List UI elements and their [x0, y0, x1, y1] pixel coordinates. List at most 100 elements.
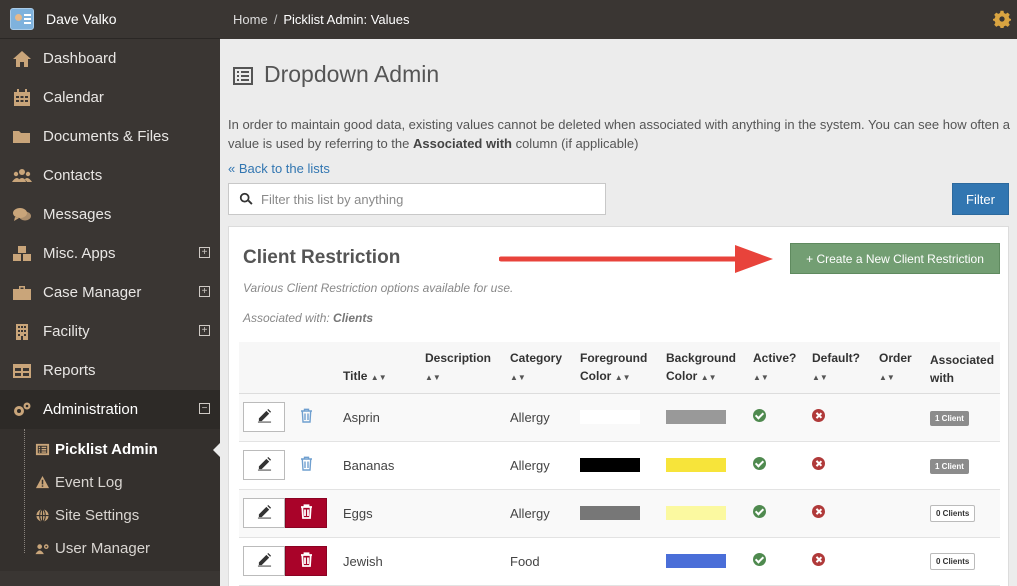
table-row: Asprin Allergy 1 Client	[239, 393, 1000, 442]
cell-category: Allergy	[506, 441, 576, 490]
expand-icon[interactable]: +	[199, 247, 210, 258]
col-description[interactable]: Description ▲▼	[421, 342, 506, 394]
col-default-label: Default?	[812, 350, 860, 365]
create-new-client-restriction-button[interactable]: + Create a New Client Restriction	[790, 243, 1000, 274]
associated-badge[interactable]: 1 Client	[930, 458, 969, 474]
warning-icon	[34, 475, 50, 491]
edit-button[interactable]	[243, 546, 285, 576]
col-order[interactable]: Order ▲▼	[875, 342, 926, 394]
sort-icon: ▲▼	[425, 372, 441, 382]
trash-icon	[300, 552, 313, 570]
annotation-arrow	[499, 245, 773, 273]
cell-active	[749, 537, 808, 586]
check-circle-icon	[753, 553, 766, 566]
avatar	[10, 8, 34, 30]
sidebar-item-label: Dashboard	[43, 50, 117, 67]
sort-icon: ▲▼	[753, 372, 769, 382]
sidebar-item-facility[interactable]: Facility +	[0, 312, 220, 351]
associated-badge[interactable]: 0 Clients	[930, 505, 976, 522]
expand-icon[interactable]: +	[199, 286, 210, 297]
gears-icon	[11, 401, 33, 419]
cell-description	[421, 489, 506, 538]
delete-button[interactable]	[285, 498, 327, 528]
sidebar-subitem-picklist-admin[interactable]: Picklist Admin	[0, 433, 220, 466]
sidebar-item-contacts[interactable]: Contacts	[0, 156, 220, 195]
check-circle-icon	[753, 505, 766, 518]
col-actions	[239, 342, 339, 394]
cell-foreground	[576, 537, 662, 586]
sidebar-subitem-user-manager[interactable]: User Manager	[0, 532, 220, 565]
col-associated-label: Associated with	[930, 352, 995, 385]
sidebar-item-case-manager[interactable]: Case Manager +	[0, 273, 220, 312]
cell-background	[662, 441, 749, 490]
cell-default	[808, 441, 875, 490]
col-category[interactable]: Category ▲▼	[506, 342, 576, 394]
cell-description	[421, 537, 506, 586]
sort-icon: ▲▼	[614, 372, 631, 382]
sidebar-item-label: Case Manager	[43, 284, 142, 301]
cell-foreground	[576, 441, 662, 490]
folder-icon	[11, 128, 33, 146]
settings-gear-icon[interactable]	[993, 10, 1011, 28]
check-circle-icon	[753, 409, 766, 422]
cell-default	[808, 393, 875, 442]
subitem-label: Event Log	[55, 474, 123, 491]
subitem-label: Site Settings	[55, 507, 140, 524]
cell-background	[662, 489, 749, 538]
sidebar-item-administration[interactable]: Administration −	[0, 390, 220, 429]
filter-input[interactable]	[261, 191, 581, 207]
sidebar-item-documents[interactable]: Documents & Files	[0, 117, 220, 156]
globe-icon	[34, 508, 50, 524]
sidebar-item-misc-apps[interactable]: Misc. Apps +	[0, 234, 220, 273]
col-category-label: Category	[510, 350, 563, 365]
sidebar-item-dashboard[interactable]: Dashboard	[0, 39, 220, 78]
subitem-label: User Manager	[55, 540, 151, 557]
cell-active	[749, 393, 808, 442]
sort-icon: ▲▼	[879, 372, 895, 382]
table-header-row: Title ▲▼ Description ▲▼ Category ▲▼ Foregr…	[239, 342, 1000, 394]
page-title-text: Dropdown Admin	[264, 61, 440, 87]
sort-icon: ▲▼	[370, 372, 387, 382]
col-default[interactable]: Default? ▲▼	[808, 342, 875, 394]
sidebar-item-messages[interactable]: Messages	[0, 195, 220, 234]
building-icon	[11, 323, 33, 341]
sidebar-item-calendar[interactable]: Calendar	[0, 78, 220, 117]
cell-title: Eggs	[339, 489, 421, 538]
col-title-label: Title	[343, 368, 368, 383]
edit-button[interactable]	[243, 498, 285, 528]
associated-badge[interactable]: 0 Clients	[930, 553, 976, 570]
edit-button[interactable]	[243, 450, 285, 480]
edit-button[interactable]	[243, 402, 285, 432]
x-circle-icon	[812, 505, 825, 518]
table-icon	[11, 362, 33, 380]
delete-button[interactable]	[285, 546, 327, 576]
back-to-lists-link[interactable]: « Back to the lists	[228, 161, 330, 176]
edit-icon	[257, 456, 272, 474]
filter-button[interactable]: Filter	[952, 183, 1009, 215]
user-header[interactable]: Dave Valko	[0, 0, 220, 39]
breadcrumb-home[interactable]: Home	[233, 12, 268, 27]
col-title[interactable]: Title ▲▼	[339, 342, 421, 394]
calendar-icon	[11, 88, 33, 107]
sidebar-item-reports[interactable]: Reports	[0, 351, 220, 390]
sidebar-item-label: Documents & Files	[43, 128, 169, 145]
col-background[interactable]: Background Color ▲▼	[662, 342, 749, 394]
sidebar-subitem-event-log[interactable]: Event Log	[0, 466, 220, 499]
associated-badge[interactable]: 1 Client	[930, 410, 969, 426]
foreground-swatch	[580, 410, 640, 424]
foreground-swatch	[580, 506, 640, 520]
sidebar-subitem-site-settings[interactable]: Site Settings	[0, 499, 220, 532]
collapse-icon[interactable]: −	[199, 403, 210, 414]
col-foreground[interactable]: Foreground Color ▲▼	[576, 342, 662, 394]
cell-category: Food	[506, 537, 576, 586]
col-active[interactable]: Active? ▲▼	[749, 342, 808, 394]
delete-button	[285, 402, 327, 432]
user-name: Dave Valko	[46, 11, 117, 27]
cell-active	[749, 489, 808, 538]
cell-default	[808, 489, 875, 538]
cell-associated: 0 Clients	[926, 489, 1000, 538]
intro-bold: Associated with	[413, 136, 512, 151]
expand-icon[interactable]: +	[199, 325, 210, 336]
trash-icon	[300, 456, 313, 474]
breadcrumb-separator: /	[273, 12, 278, 27]
